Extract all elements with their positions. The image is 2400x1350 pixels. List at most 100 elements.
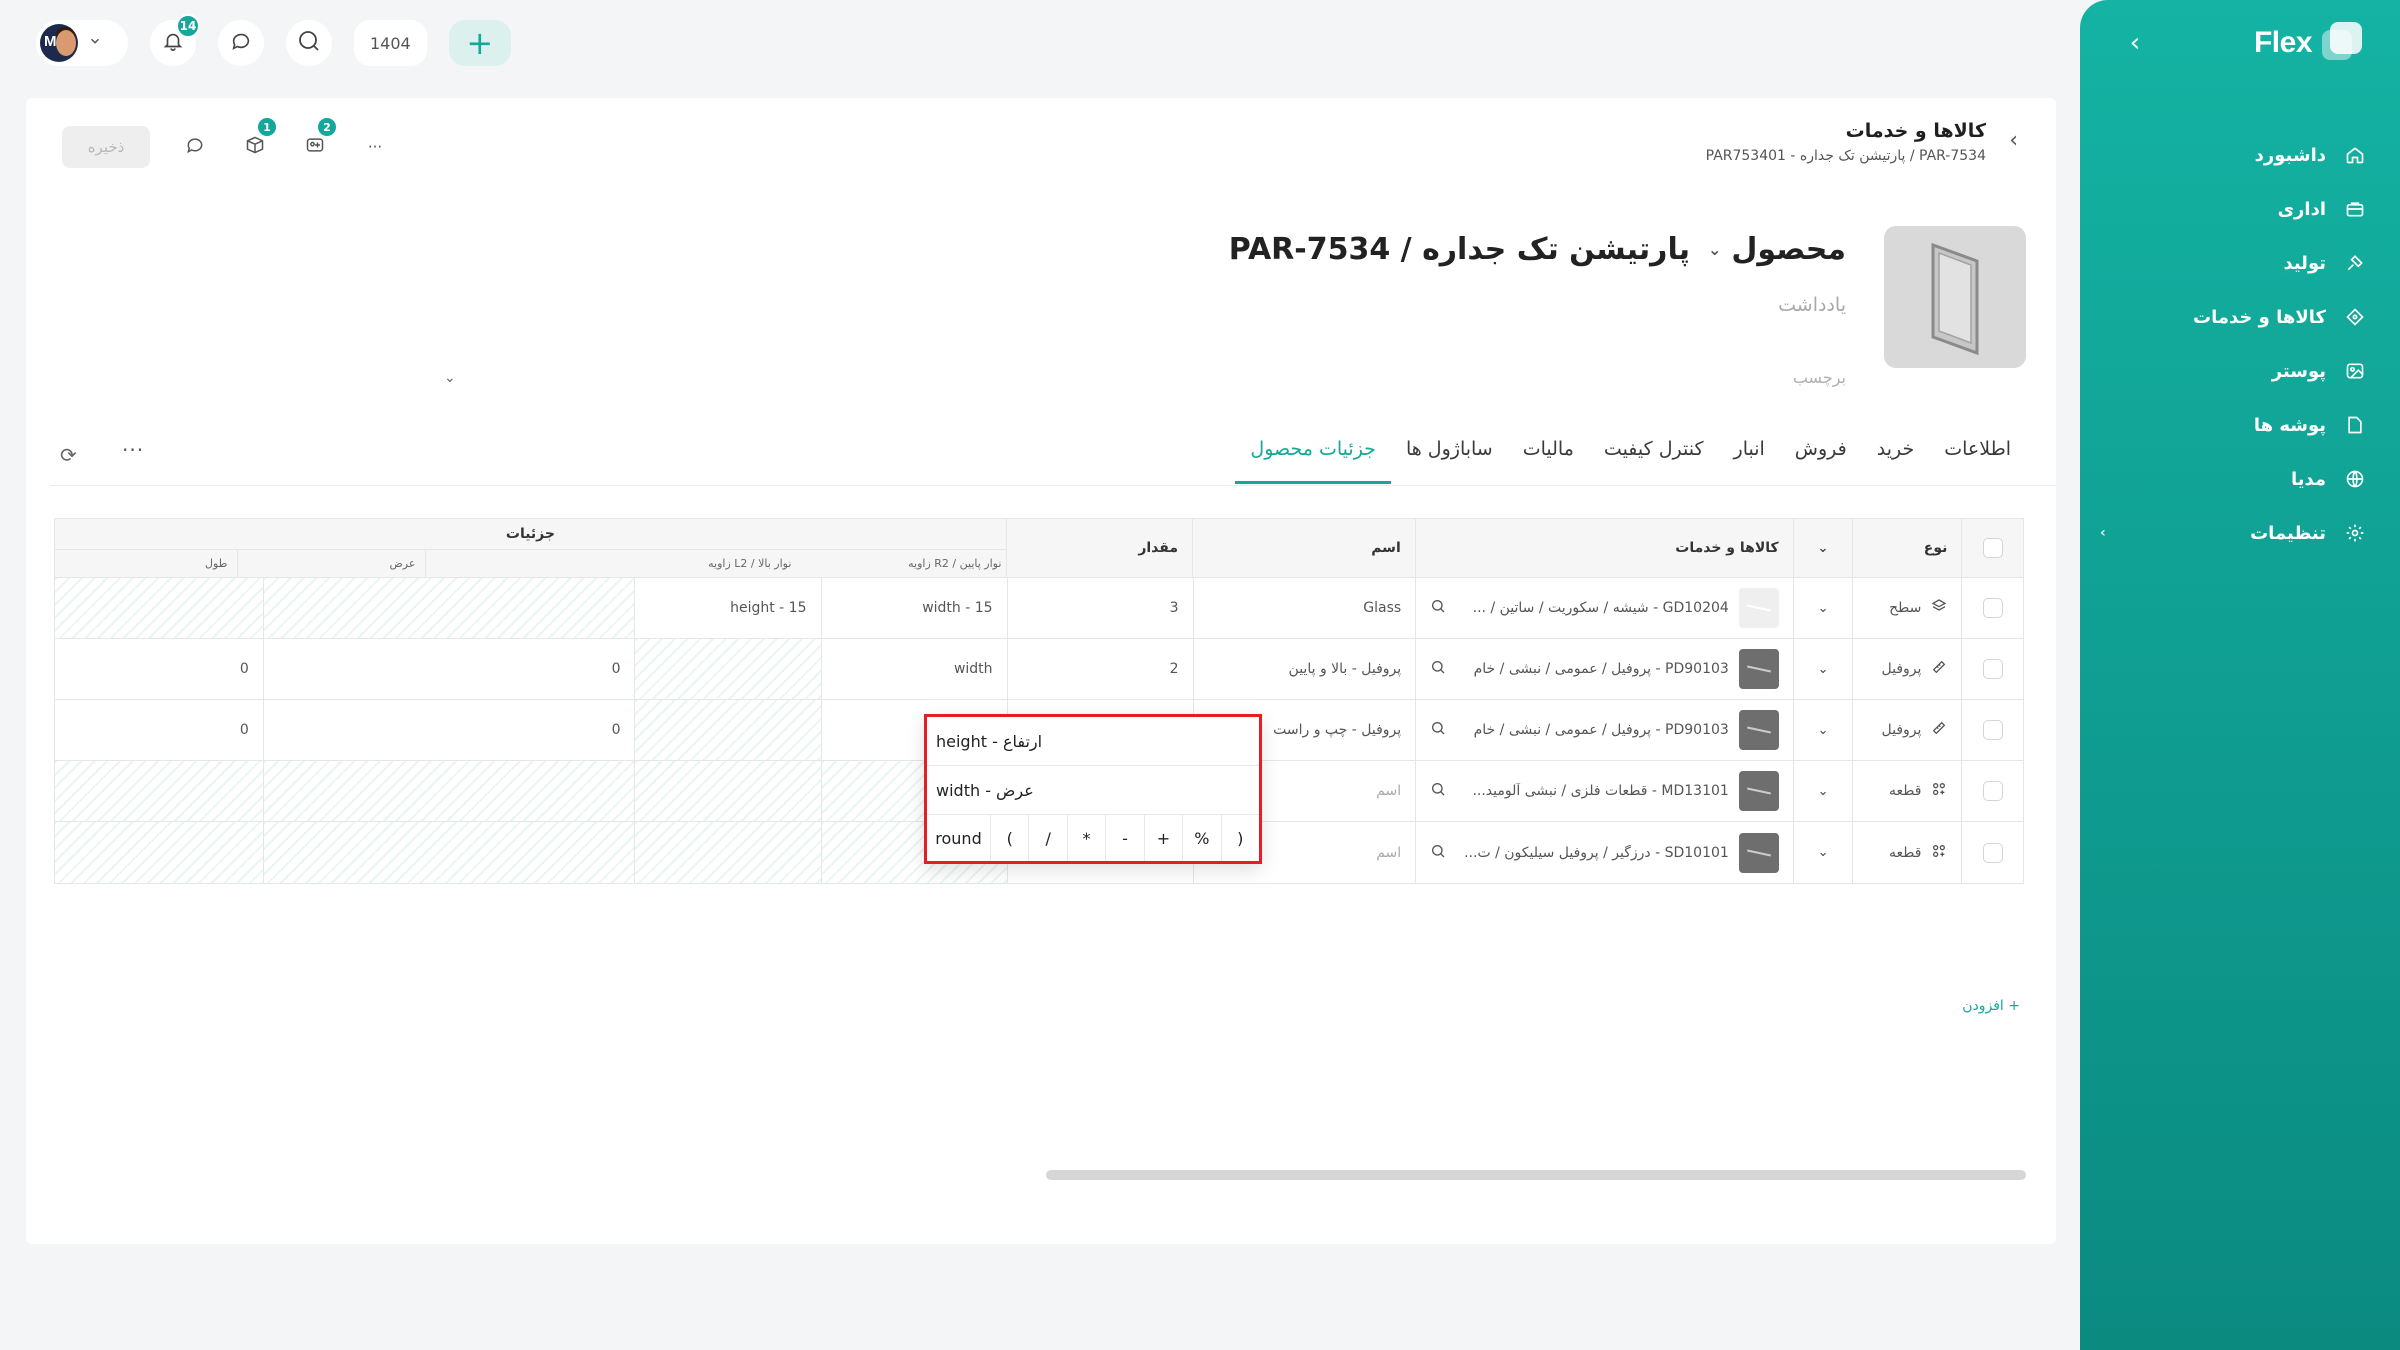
chevron-down-icon[interactable]: ⌄: [1818, 541, 1829, 556]
search-icon[interactable]: [1430, 598, 1446, 618]
tab-tax[interactable]: مالیات: [1508, 416, 1589, 484]
tab-info[interactable]: اطلاعات: [1929, 416, 2026, 484]
back-chevron-icon[interactable]: ‹: [2009, 128, 2018, 153]
plus-icon: +: [466, 24, 494, 62]
bottom-strip-cell[interactable]: 0: [55, 639, 263, 699]
tag-input[interactable]: برچسب: [1793, 368, 1846, 387]
comments-button[interactable]: [180, 132, 210, 162]
operator-divide[interactable]: /: [1029, 815, 1068, 861]
notifications-badge: 14: [176, 14, 200, 38]
row-checkbox[interactable]: [1982, 720, 2003, 740]
row-checkbox[interactable]: [1982, 659, 2003, 679]
horizontal-scrollbar[interactable]: [1046, 1170, 2026, 1180]
sidebar-item-office[interactable]: اداری: [2106, 182, 2366, 236]
gallery-icon: [305, 135, 325, 159]
row-checkbox[interactable]: [1982, 842, 2003, 863]
sidebar-item-folders[interactable]: پوشه ها: [2106, 398, 2366, 452]
expand-cell: ⌄: [1792, 578, 1853, 638]
tab-purchase[interactable]: خرید: [1862, 416, 1930, 484]
logo: Flex: [2254, 22, 2364, 64]
name-cell[interactable]: پروفیل - بالا و پایین: [1192, 639, 1416, 699]
chevron-down-icon[interactable]: ⌄: [1818, 601, 1829, 616]
popup-option-width[interactable]: width - عرض: [927, 766, 1259, 815]
goods-cell[interactable]: PD90103 - پروفیل / عمومی / نبشی / خام: [1415, 700, 1793, 760]
top-strip-cell[interactable]: 0: [262, 700, 635, 760]
goods-cell[interactable]: SD10101 - درزگیر / پروفیل سیلیکون / ت...: [1415, 822, 1793, 883]
search-icon[interactable]: [1430, 659, 1446, 679]
chat-button[interactable]: [218, 20, 264, 66]
product-type-select[interactable]: محصول ⌄: [1708, 232, 1846, 267]
expand-cell: ⌄: [1792, 761, 1853, 821]
operator-round[interactable]: round: [927, 815, 991, 861]
operator-plus[interactable]: +: [1145, 815, 1184, 861]
home-icon: [2344, 144, 2366, 166]
length-cell[interactable]: width: [820, 639, 1007, 699]
length-cell[interactable]: width - 15: [820, 578, 1007, 638]
row-checkbox[interactable]: [1982, 598, 2003, 618]
operator-close-paren[interactable]: ): [1222, 815, 1259, 861]
goods-cell[interactable]: PD90103 - پروفیل / عمومی / نبشی / خام: [1415, 639, 1793, 699]
search-icon[interactable]: [1430, 720, 1446, 740]
note-input[interactable]: یادداشت: [1778, 294, 1846, 316]
tab-sales[interactable]: فروش: [1780, 416, 1862, 484]
create-button[interactable]: +: [448, 20, 511, 66]
operator-open-paren[interactable]: (: [991, 815, 1030, 861]
select-all-checkbox[interactable]: [1982, 538, 2003, 558]
search-icon[interactable]: [1430, 843, 1446, 863]
sidebar-item-production[interactable]: تولید: [2106, 236, 2366, 290]
year-selector[interactable]: 1404: [354, 20, 427, 66]
search-button[interactable]: [286, 20, 332, 66]
refresh-icon[interactable]: ⟳: [60, 443, 77, 467]
chevron-down-icon[interactable]: ⌄: [1818, 723, 1829, 738]
goods-cell[interactable]: MD13101 - قطعات فلزی / نبشی آلومید...: [1415, 761, 1793, 821]
goods-text: PD90103 - پروفیل / عمومی / نبشی / خام: [1473, 722, 1729, 738]
notifications-button[interactable]: 14: [150, 14, 200, 66]
expand-cell: ⌄: [1792, 822, 1853, 883]
sidebar-collapse-chevron-icon[interactable]: ‹: [2120, 28, 2150, 58]
packages-button[interactable]: 1: [240, 116, 278, 162]
width-cell[interactable]: height - 15: [634, 578, 820, 638]
row-checkbox[interactable]: [1982, 781, 2003, 801]
top-strip-cell[interactable]: 0: [262, 639, 635, 699]
ruler-icon: [1931, 720, 1947, 740]
type-cell[interactable]: پروفیل: [1852, 700, 1961, 760]
sidebar-item-poster[interactable]: پوستر: [2106, 344, 2366, 398]
search-icon[interactable]: [1430, 781, 1446, 801]
product-image[interactable]: [1884, 226, 2026, 368]
more-button[interactable]: ···: [360, 132, 390, 162]
logo-mark-icon: [2322, 22, 2364, 64]
save-button[interactable]: ذخیره: [62, 126, 150, 168]
qty-cell[interactable]: 2: [1006, 639, 1193, 699]
tag-chevron-down-icon[interactable]: ⌄: [444, 370, 456, 386]
user-menu[interactable]: M: [36, 20, 128, 66]
operator-percent[interactable]: %: [1183, 815, 1222, 861]
row-select-cell: [1961, 761, 2023, 821]
table-more-button[interactable]: ···: [122, 438, 144, 462]
briefcase-icon: [2344, 198, 2366, 220]
sidebar-item-dashboard[interactable]: داشبورد: [2106, 128, 2366, 182]
tab-assemblies[interactable]: ساباژول ها: [1391, 416, 1508, 484]
attachments-button[interactable]: 2: [300, 116, 338, 162]
sidebar-item-media[interactable]: مدیا: [2106, 452, 2366, 506]
operator-multiply[interactable]: *: [1068, 815, 1107, 861]
bottom-strip-cell[interactable]: 0: [55, 700, 263, 760]
chevron-down-icon[interactable]: ⌄: [1818, 662, 1829, 677]
add-row-button[interactable]: + افزودن: [1962, 998, 2020, 1014]
sidebar-item-settings[interactable]: تنظیمات ‹: [2100, 506, 2366, 560]
chevron-down-icon[interactable]: ⌄: [1818, 845, 1829, 860]
tab-product-details[interactable]: جزئیات محصول: [1235, 416, 1391, 484]
tab-warehouse[interactable]: انبار: [1719, 416, 1780, 484]
tab-quality-control[interactable]: کنترل کیفیت: [1589, 416, 1719, 484]
type-cell[interactable]: قطعه: [1852, 761, 1961, 821]
product-name[interactable]: پارتیشن تک جداره / PAR-7534: [1229, 232, 1690, 267]
type-cell[interactable]: قطعه: [1852, 822, 1961, 883]
popup-option-height[interactable]: height - ارتفاع: [927, 717, 1259, 766]
qty-cell[interactable]: 3: [1006, 578, 1193, 638]
sidebar-item-goods[interactable]: کالاها و خدمات: [2106, 290, 2366, 344]
type-cell[interactable]: سطح: [1852, 578, 1961, 638]
chevron-down-icon[interactable]: ⌄: [1818, 784, 1829, 799]
goods-cell[interactable]: GD10204 - شیشه / سکوریت / ساتین / ...: [1415, 578, 1793, 638]
operator-minus[interactable]: -: [1106, 815, 1145, 861]
name-cell[interactable]: Glass: [1192, 578, 1416, 638]
type-cell[interactable]: پروفیل: [1852, 639, 1961, 699]
